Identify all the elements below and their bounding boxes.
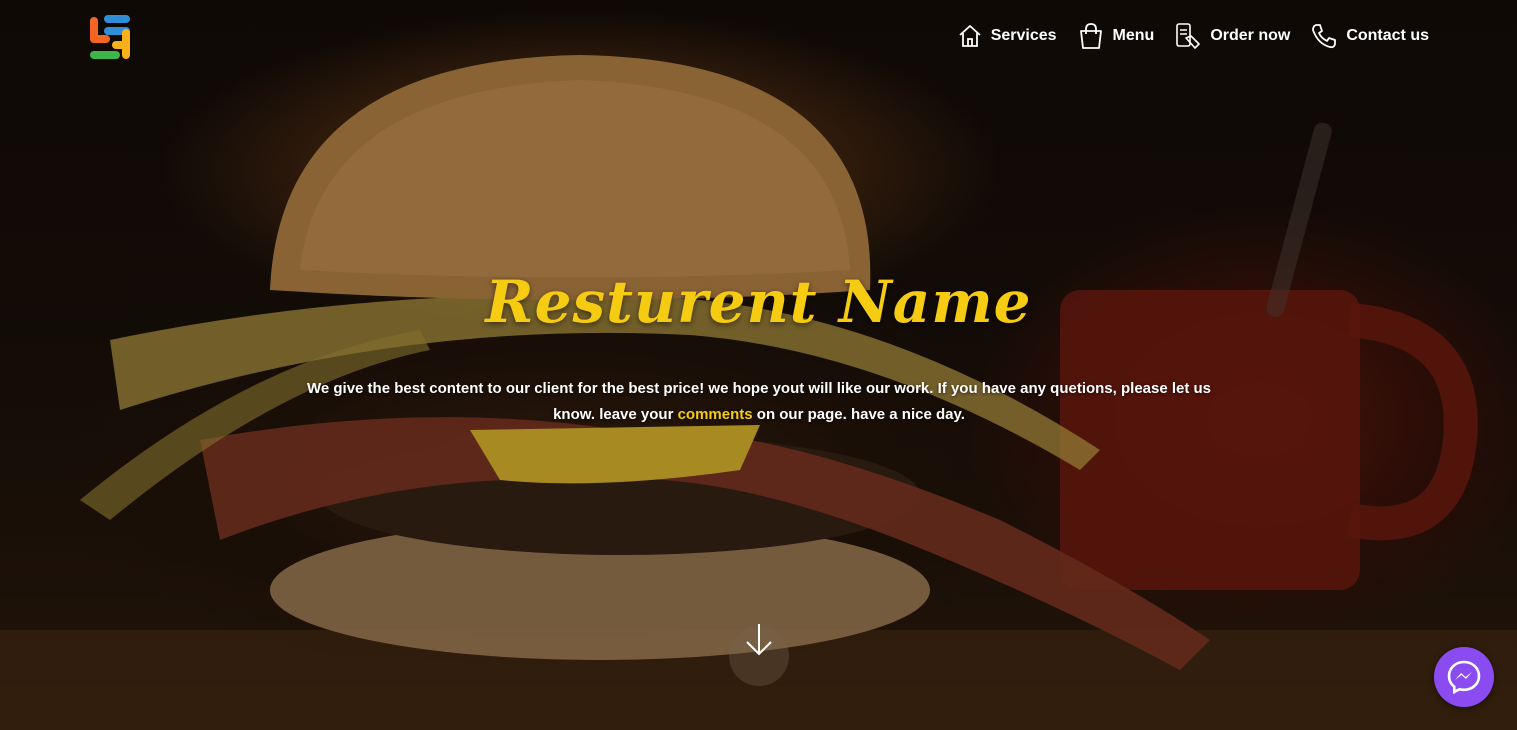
home-icon (959, 25, 981, 47)
messenger-chat-button[interactable] (1434, 647, 1494, 707)
nav-label: Contact us (1346, 27, 1429, 44)
hero-tagline: We give the best content to our client f… (300, 376, 1218, 428)
main-nav: Services Menu Order now Contact us (957, 22, 1429, 50)
nav-item-contact-us[interactable]: Contact us (1310, 22, 1429, 50)
page-title: Resturent Name (485, 268, 1032, 336)
arrow-down-icon (746, 624, 772, 656)
nav-label: Services (990, 27, 1057, 44)
tagline-text-end: on our page. have a nice day. (752, 406, 965, 423)
phone-order-icon (1176, 23, 1201, 49)
nav-label: Order now (1210, 27, 1291, 44)
nav-item-services[interactable]: Services (957, 23, 1057, 49)
nav-item-order-now[interactable]: Order now (1174, 22, 1290, 50)
shopping-bag-icon (1079, 23, 1102, 49)
scroll-down-button[interactable] (729, 624, 789, 686)
nav-item-menu[interactable]: Menu (1077, 22, 1155, 50)
comments-link[interactable]: comments (678, 406, 753, 423)
hero-section: Services Menu Order now Contact us Restu… (0, 0, 1517, 730)
nav-label: Menu (1112, 27, 1155, 44)
brand-logo-icon[interactable] (90, 15, 132, 61)
phone-icon (1312, 24, 1337, 49)
messenger-icon (1447, 660, 1481, 694)
